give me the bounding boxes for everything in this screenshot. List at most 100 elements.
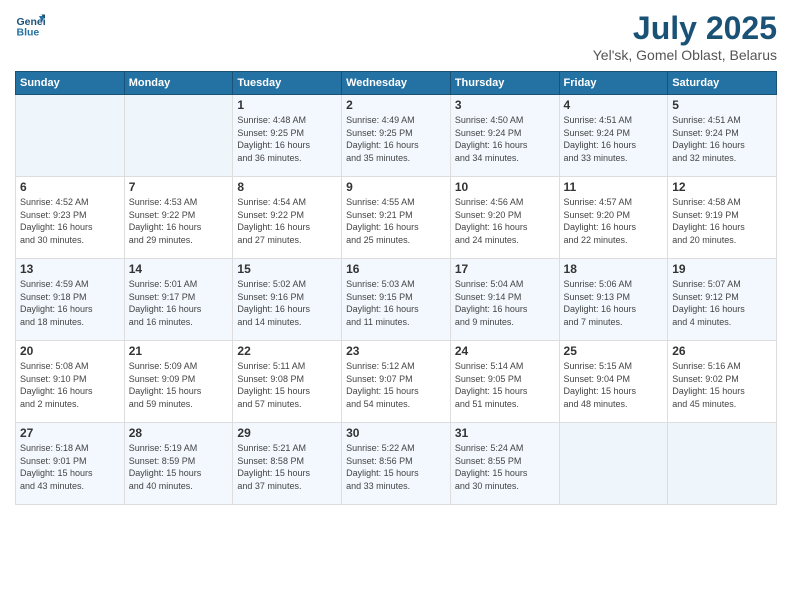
day-number: 2 xyxy=(346,98,446,112)
day-info: Sunrise: 5:01 AM Sunset: 9:17 PM Dayligh… xyxy=(129,278,229,328)
table-row: 14 Sunrise: 5:01 AM Sunset: 9:17 PM Dayli… xyxy=(124,259,233,341)
day-number: 20 xyxy=(20,344,120,358)
day-number: 18 xyxy=(564,262,664,276)
table-row: 3 Sunrise: 4:50 AM Sunset: 9:24 PM Daylig… xyxy=(450,95,559,177)
calendar-week-row: 27Sunrise: 5:18 AM Sunset: 9:01 PM Dayli… xyxy=(16,423,777,505)
calendar-week-row: 6 Sunrise: 4:52 AM Sunset: 9:23 PM Daylig… xyxy=(16,177,777,259)
col-thursday: Thursday xyxy=(450,72,559,95)
col-friday: Friday xyxy=(559,72,668,95)
day-number: 22 xyxy=(237,344,337,358)
table-row: 21 Sunrise: 5:09 AM Sunset: 9:09 PM Dayli… xyxy=(124,341,233,423)
table-row: 29Sunrise: 5:21 AM Sunset: 8:58 PM Dayli… xyxy=(233,423,342,505)
table-row: 23 Sunrise: 5:12 AM Sunset: 9:07 PM Dayli… xyxy=(342,341,451,423)
table-row: 10 Sunrise: 4:56 AM Sunset: 9:20 PM Dayli… xyxy=(450,177,559,259)
table-row xyxy=(559,423,668,505)
table-row: 16 Sunrise: 5:03 AM Sunset: 9:15 PM Dayli… xyxy=(342,259,451,341)
day-info: Sunrise: 5:03 AM Sunset: 9:15 PM Dayligh… xyxy=(346,278,446,328)
day-number: 3 xyxy=(455,98,555,112)
table-row: 18 Sunrise: 5:06 AM Sunset: 9:13 PM Dayli… xyxy=(559,259,668,341)
calendar-week-row: 1 Sunrise: 4:48 AM Sunset: 9:25 PM Daylig… xyxy=(16,95,777,177)
day-info: Sunrise: 4:49 AM Sunset: 9:25 PM Dayligh… xyxy=(346,114,446,164)
day-number: 13 xyxy=(20,262,120,276)
day-number: 24 xyxy=(455,344,555,358)
table-row xyxy=(124,95,233,177)
day-number: 15 xyxy=(237,262,337,276)
day-info: Sunrise: 5:07 AM Sunset: 9:12 PM Dayligh… xyxy=(672,278,772,328)
table-row: 31 Sunrise: 5:24 AM Sunset: 8:55 PM Dayli… xyxy=(450,423,559,505)
day-info: Sunrise: 5:24 AM Sunset: 8:55 PM Dayligh… xyxy=(455,442,555,492)
table-row: 2 Sunrise: 4:49 AM Sunset: 9:25 PM Daylig… xyxy=(342,95,451,177)
day-number: 11 xyxy=(564,180,664,194)
day-number: 23 xyxy=(346,344,446,358)
day-info: Sunrise: 4:58 AM Sunset: 9:19 PM Dayligh… xyxy=(672,196,772,246)
day-number: 16 xyxy=(346,262,446,276)
day-info: Sunrise: 5:14 AM Sunset: 9:05 PM Dayligh… xyxy=(455,360,555,410)
col-sunday: Sunday xyxy=(16,72,125,95)
day-number: 28 xyxy=(129,426,229,440)
col-saturday: Saturday xyxy=(668,72,777,95)
day-info: Sunrise: 5:19 AM Sunset: 8:59 PM Dayligh… xyxy=(129,442,229,492)
table-row: 22 Sunrise: 5:11 AM Sunset: 9:08 PM Dayli… xyxy=(233,341,342,423)
day-number: 14 xyxy=(129,262,229,276)
table-row: 1 Sunrise: 4:48 AM Sunset: 9:25 PM Daylig… xyxy=(233,95,342,177)
day-info: Sunrise: 4:50 AM Sunset: 9:24 PM Dayligh… xyxy=(455,114,555,164)
day-info: Sunrise: 5:16 AM Sunset: 9:02 PM Dayligh… xyxy=(672,360,772,410)
table-row: 6 Sunrise: 4:52 AM Sunset: 9:23 PM Daylig… xyxy=(16,177,125,259)
title-block: July 2025 Yel'sk, Gomel Oblast, Belarus xyxy=(593,10,777,63)
table-row: 8Sunrise: 4:54 AM Sunset: 9:22 PM Daylig… xyxy=(233,177,342,259)
logo: General Blue xyxy=(15,10,45,40)
day-info: Sunrise: 4:55 AM Sunset: 9:21 PM Dayligh… xyxy=(346,196,446,246)
calendar-table: Sunday Monday Tuesday Wednesday Thursday… xyxy=(15,71,777,505)
calendar-week-row: 13 Sunrise: 4:59 AM Sunset: 9:18 PM Dayli… xyxy=(16,259,777,341)
day-info: Sunrise: 5:04 AM Sunset: 9:14 PM Dayligh… xyxy=(455,278,555,328)
day-number: 1 xyxy=(237,98,337,112)
col-monday: Monday xyxy=(124,72,233,95)
day-number: 10 xyxy=(455,180,555,194)
day-info: Sunrise: 4:51 AM Sunset: 9:24 PM Dayligh… xyxy=(564,114,664,164)
day-info: Sunrise: 5:06 AM Sunset: 9:13 PM Dayligh… xyxy=(564,278,664,328)
table-row xyxy=(668,423,777,505)
day-info: Sunrise: 5:11 AM Sunset: 9:08 PM Dayligh… xyxy=(237,360,337,410)
day-number: 6 xyxy=(20,180,120,194)
table-row: 20 Sunrise: 5:08 AM Sunset: 9:10 PM Dayli… xyxy=(16,341,125,423)
month-title: July 2025 xyxy=(593,10,777,47)
day-info: Sunrise: 4:59 AM Sunset: 9:18 PM Dayligh… xyxy=(20,278,120,328)
day-info: Sunrise: 4:56 AM Sunset: 9:20 PM Dayligh… xyxy=(455,196,555,246)
table-row xyxy=(16,95,125,177)
day-number: 8 xyxy=(237,180,337,194)
day-info: Sunrise: 4:53 AM Sunset: 9:22 PM Dayligh… xyxy=(129,196,229,246)
day-number: 4 xyxy=(564,98,664,112)
day-info: Sunrise: 4:52 AM Sunset: 9:23 PM Dayligh… xyxy=(20,196,120,246)
col-tuesday: Tuesday xyxy=(233,72,342,95)
page-container: General Blue July 2025 Yel'sk, Gomel Obl… xyxy=(0,0,792,612)
table-row: 7Sunrise: 4:53 AM Sunset: 9:22 PM Daylig… xyxy=(124,177,233,259)
day-number: 27 xyxy=(20,426,120,440)
calendar-week-row: 20 Sunrise: 5:08 AM Sunset: 9:10 PM Dayli… xyxy=(16,341,777,423)
day-info: Sunrise: 5:09 AM Sunset: 9:09 PM Dayligh… xyxy=(129,360,229,410)
table-row: 12Sunrise: 4:58 AM Sunset: 9:19 PM Dayli… xyxy=(668,177,777,259)
day-number: 31 xyxy=(455,426,555,440)
day-info: Sunrise: 4:57 AM Sunset: 9:20 PM Dayligh… xyxy=(564,196,664,246)
day-info: Sunrise: 5:02 AM Sunset: 9:16 PM Dayligh… xyxy=(237,278,337,328)
day-number: 25 xyxy=(564,344,664,358)
day-number: 19 xyxy=(672,262,772,276)
logo-icon: General Blue xyxy=(15,10,45,40)
calendar-header-row: Sunday Monday Tuesday Wednesday Thursday… xyxy=(16,72,777,95)
day-number: 5 xyxy=(672,98,772,112)
day-number: 21 xyxy=(129,344,229,358)
table-row: 25 Sunrise: 5:15 AM Sunset: 9:04 PM Dayli… xyxy=(559,341,668,423)
col-wednesday: Wednesday xyxy=(342,72,451,95)
table-row: 15 Sunrise: 5:02 AM Sunset: 9:16 PM Dayli… xyxy=(233,259,342,341)
day-info: Sunrise: 5:08 AM Sunset: 9:10 PM Dayligh… xyxy=(20,360,120,410)
svg-text:Blue: Blue xyxy=(17,27,40,39)
day-info: Sunrise: 4:48 AM Sunset: 9:25 PM Dayligh… xyxy=(237,114,337,164)
day-info: Sunrise: 5:12 AM Sunset: 9:07 PM Dayligh… xyxy=(346,360,446,410)
table-row: 24 Sunrise: 5:14 AM Sunset: 9:05 PM Dayli… xyxy=(450,341,559,423)
page-header: General Blue July 2025 Yel'sk, Gomel Obl… xyxy=(15,10,777,63)
table-row: 28 Sunrise: 5:19 AM Sunset: 8:59 PM Dayli… xyxy=(124,423,233,505)
location: Yel'sk, Gomel Oblast, Belarus xyxy=(593,47,777,63)
table-row: 19 Sunrise: 5:07 AM Sunset: 9:12 PM Dayli… xyxy=(668,259,777,341)
day-info: Sunrise: 5:15 AM Sunset: 9:04 PM Dayligh… xyxy=(564,360,664,410)
day-number: 9 xyxy=(346,180,446,194)
table-row: 11 Sunrise: 4:57 AM Sunset: 9:20 PM Dayli… xyxy=(559,177,668,259)
